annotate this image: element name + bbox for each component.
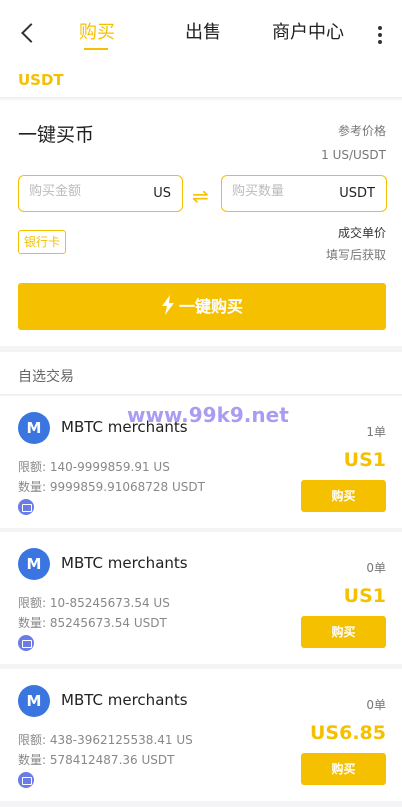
buy-button[interactable]: 购买 [301,616,386,648]
quick-buy-title: 一键买币 [18,124,95,146]
payment-method-badge[interactable]: 银行卡 [18,230,67,254]
quantity-text: 数量: 9999859.91068728 USDT [18,480,205,494]
price: US1 [343,449,386,471]
buy-button[interactable]: 购买 [301,753,386,785]
quick-buy-button-label: 一键购买 [178,297,243,316]
limit-text: 限额: 140-9999859.91 US [18,460,170,474]
offer-card: M MBTC merchants 0单 限额: 10-85245673.54 U… [0,532,402,664]
more-options-icon[interactable] [374,24,386,46]
merchant-name: MBTC merchants [61,554,188,572]
watermark: www.99k9.net [127,403,289,427]
quick-buy-button[interactable]: 一键购买 [18,283,386,330]
amount-unit: US [153,186,171,201]
deal-price-label: 成交单价 [337,226,386,240]
swap-icon[interactable]: ⇌ [192,184,209,208]
tab-merchant-center[interactable]: 商户中心 [272,18,344,44]
quantity-text: 数量: 85245673.54 USDT [18,616,167,630]
section-title: 自选交易 [18,369,74,385]
tab-buy[interactable]: 购买 [79,18,115,44]
lightning-icon [161,295,174,315]
order-count: 0单 [366,561,386,575]
offer-card: M MBTC merchants 0单 限额: 438-3962125538.4… [0,669,402,801]
deal-price-note: 填写后获取 [325,248,386,262]
quantity-text: 数量: 578412487.36 USDT [18,753,175,767]
top-bar: 购买 出售 商户中心 [0,0,402,62]
limit-text: 限额: 10-85245673.54 US [18,596,170,610]
active-tab-indicator [84,48,108,50]
merchant-name: MBTC merchants [61,691,188,709]
avatar: M [18,685,50,717]
tab-sell[interactable]: 出售 [185,18,221,44]
avatar: M [18,548,50,580]
bank-card-icon [18,635,34,651]
quantity-unit: USDT [339,186,375,201]
back-arrow-icon[interactable] [18,22,40,46]
quantity-field: USDT [221,175,387,212]
reference-price-value: 1 US/USDT [321,148,386,162]
reference-price-label: 参考价格 [337,124,386,138]
price: US1 [343,585,386,607]
price: US6.85 [310,722,386,744]
avatar: M [18,412,50,444]
order-count: 0单 [366,698,386,712]
bank-card-icon [18,499,34,515]
quantity-input[interactable] [232,184,332,199]
amount-field: US [18,175,183,212]
bank-card-icon [18,772,34,788]
order-count: 1单 [366,425,386,439]
section-header: 自选交易 [0,352,402,395]
coin-bar: USDT [0,62,402,98]
limit-text: 限额: 438-3962125538.41 US [18,733,193,747]
buy-button[interactable]: 购买 [301,480,386,512]
quick-buy-panel: 一键买币 参考价格 1 US/USDT US ⇌ USDT 银行卡 成交单价 填… [0,100,402,346]
coin-selector[interactable]: USDT [18,71,64,89]
amount-input[interactable] [29,184,129,199]
